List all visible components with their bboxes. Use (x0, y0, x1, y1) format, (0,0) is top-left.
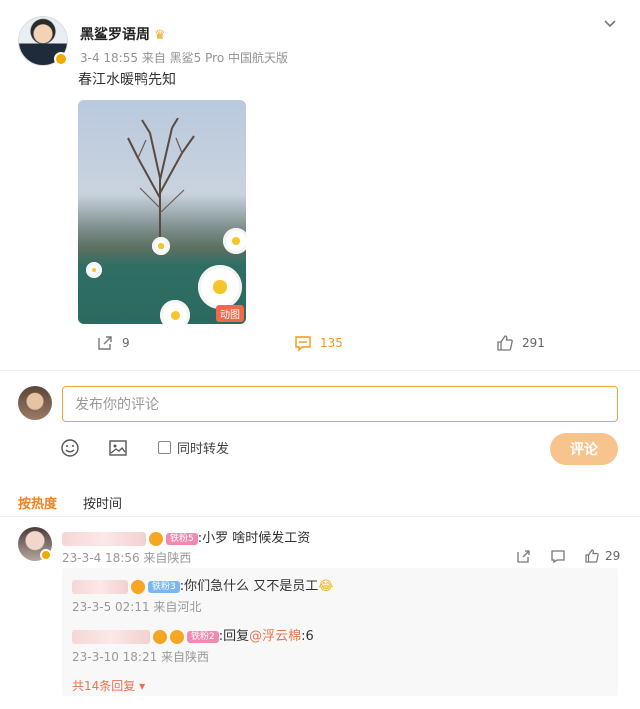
like-count: 291 (522, 336, 545, 350)
reply-text: :你们急什么 又不是员工 (179, 579, 319, 594)
crown-icon (149, 531, 163, 546)
comment-icon (295, 336, 311, 352)
comment-button[interactable]: 135 (294, 334, 343, 352)
comment-like-button[interactable]: 29 (584, 548, 620, 564)
crown-icon (170, 629, 184, 644)
chevron-down-icon[interactable] (604, 16, 616, 32)
comment-text: :小罗 啥时候发工资 (197, 531, 311, 546)
source-prefix: 来自 (141, 51, 166, 65)
image-button[interactable] (108, 438, 128, 458)
gif-badge: 动图 (216, 305, 244, 322)
submit-comment-button[interactable]: 评论 (550, 433, 618, 465)
reply-line: 铁粉2:回复@浮云棉:6 (72, 625, 314, 644)
daisy-flower (160, 300, 190, 324)
reply-line: 铁粉3:你们急什么 又不是员工😂 (72, 575, 333, 594)
comment-line: 铁粉5:小罗 啥时候发工资 (62, 527, 310, 546)
daisy-flower (223, 228, 246, 254)
tab-sort-by-hot[interactable]: 按热度 (18, 493, 57, 512)
comment-icon[interactable] (550, 548, 566, 564)
checkbox-box[interactable] (158, 441, 171, 454)
reply-prefix: :回复 (218, 629, 250, 644)
reply-meta: 23-3-10 18:21 来自陕西 (72, 650, 210, 664)
post-meta: 3-4 18:55 来自 黑鲨5 Pro 中国航天版 (80, 49, 288, 66)
repost-icon (98, 336, 112, 350)
mention-link[interactable]: @浮云棉 (249, 629, 301, 644)
section-divider (0, 370, 640, 371)
repost-icon[interactable] (516, 548, 532, 564)
daisy-flower (198, 265, 242, 309)
replier-name-blurred[interactable] (72, 629, 150, 644)
current-user-avatar (18, 386, 52, 420)
thumbs-up-icon (585, 549, 599, 563)
verified-badge-icon (40, 549, 52, 561)
tab-sort-by-time[interactable]: 按时间 (83, 493, 122, 512)
laughing-emoji-icon: 😂 (318, 579, 334, 594)
reply-meta: 23-3-5 02:11 来自河北 (72, 600, 202, 614)
comment-like-count: 29 (605, 549, 621, 563)
comment-input[interactable]: 发布你的评论 (62, 386, 618, 422)
verified-badge-icon (153, 629, 167, 644)
more-replies-link[interactable]: 共14条回复 ▾ (72, 677, 145, 694)
repost-checkbox[interactable]: 同时转发 (158, 438, 229, 457)
repost-count: 9 (122, 336, 130, 350)
comment-actions: 29 (516, 548, 620, 564)
replier-name-blurred[interactable] (72, 579, 128, 594)
thumbs-up-icon (497, 335, 513, 351)
post-time[interactable]: 3-4 18:55 (80, 51, 138, 65)
repost-checkbox-label: 同时转发 (177, 442, 230, 457)
fan-badge: 铁粉3 (148, 580, 180, 593)
section-divider (0, 516, 640, 517)
emoji-icon (61, 439, 79, 457)
daisy-flower (152, 237, 170, 255)
post-text: 春江水暖鸭先知 (78, 72, 176, 88)
daisy-flower (86, 262, 102, 278)
image-icon (109, 440, 127, 456)
sort-tabs: 按热度 按时间 (18, 493, 122, 512)
comment-meta: 23-3-4 18:56 来自陕西 (62, 551, 192, 565)
tree-illustration (127, 118, 195, 248)
fan-badge: 铁粉2 (187, 630, 219, 643)
emoji-button[interactable] (60, 438, 80, 458)
verified-badge-icon (131, 579, 145, 594)
commenter-name-blurred[interactable] (62, 531, 146, 546)
post-image[interactable]: 动图 (78, 100, 246, 324)
post-source[interactable]: 黑鲨5 Pro 中国航天版 (170, 51, 288, 65)
repost-button[interactable]: 9 (96, 334, 130, 352)
caret-down-icon: ▾ (135, 679, 146, 693)
comment-input-placeholder[interactable]: 发布你的评论 (75, 394, 159, 414)
composer-toolbar: 同时转发 (0, 438, 640, 462)
like-button[interactable]: 291 (496, 334, 545, 352)
reply-suffix: :6 (301, 629, 314, 644)
verified-badge-icon (54, 52, 68, 66)
crown-icon: ♛ (154, 28, 166, 43)
author-name[interactable]: 黑鲨罗语周 ♛ (80, 24, 166, 44)
fan-badge: 铁粉5 (166, 532, 198, 545)
post-action-bar: 9 135 291 (0, 334, 640, 356)
comment-count: 135 (320, 336, 343, 350)
